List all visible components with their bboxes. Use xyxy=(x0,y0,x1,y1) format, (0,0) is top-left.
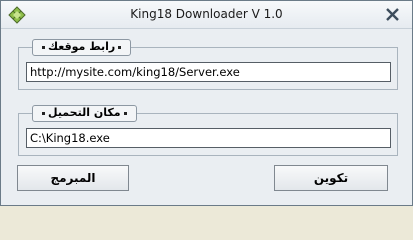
download-path-group-label: مكان التحميل xyxy=(32,105,137,122)
programmer-button[interactable]: المبرمج xyxy=(17,165,129,191)
download-path-input[interactable] xyxy=(26,128,391,148)
window-title: King18 Downloader V 1.0 xyxy=(130,7,283,21)
download-path-group: مكان التحميل xyxy=(18,105,398,156)
build-button[interactable]: تكوين xyxy=(274,165,388,191)
app-window: King18 Downloader V 1.0 رابط موقعك مكان … xyxy=(0,0,413,206)
site-url-input[interactable] xyxy=(26,62,391,82)
site-url-label-text: رابط موقعك xyxy=(48,40,116,53)
download-path-label-text: مكان التحميل xyxy=(48,106,121,119)
close-icon[interactable] xyxy=(384,6,401,23)
title-bar[interactable]: King18 Downloader V 1.0 xyxy=(1,1,412,29)
site-url-group-label: رابط موقعك xyxy=(32,39,132,56)
site-url-group: رابط موقعك xyxy=(18,39,398,90)
